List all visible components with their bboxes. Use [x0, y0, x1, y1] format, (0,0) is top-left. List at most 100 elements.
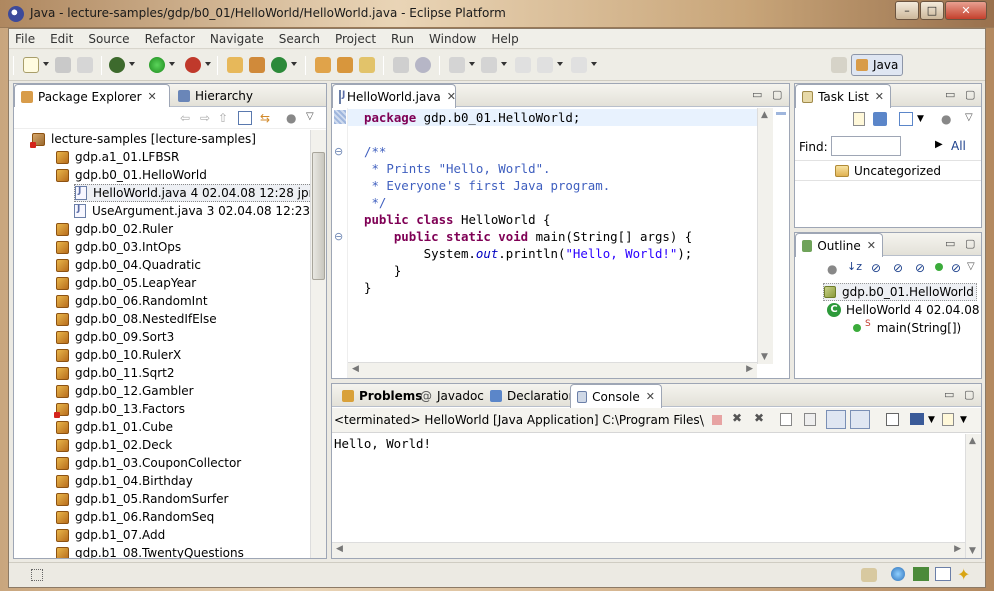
chevron-down-icon[interactable]: ▼ [960, 415, 967, 425]
tab-javadoc[interactable]: @ Javadoc [414, 384, 490, 407]
menu-project[interactable]: Project [335, 32, 376, 46]
map-icon[interactable] [913, 567, 929, 581]
chevron-down-icon[interactable]: ▽ [306, 111, 314, 122]
editor-vscroll[interactable]: ▲ ▼ [757, 108, 773, 364]
external-tools-icon[interactable] [185, 57, 201, 73]
update-icon[interactable] [891, 567, 905, 581]
tree-package-item[interactable]: gdp.b0_11.Sqrt2 [56, 364, 175, 382]
display-console-icon[interactable] [910, 413, 924, 425]
menu-refactor[interactable]: Refactor [145, 32, 195, 46]
chevron-down-icon[interactable] [469, 62, 475, 66]
tree-package-item[interactable]: gdp.b0_04.Quadratic [56, 256, 201, 274]
minimize-icon[interactable]: ▭ [944, 388, 954, 401]
save-icon[interactable] [55, 57, 71, 73]
tab-hierarchy[interactable]: Hierarchy [172, 84, 259, 107]
run-icon[interactable] [149, 57, 165, 73]
tree-package-item[interactable]: gdp.b1_07.Add [56, 526, 165, 544]
maximize-icon[interactable]: ▢ [964, 388, 974, 401]
chevron-down-icon[interactable] [43, 62, 49, 66]
maximize-icon[interactable]: ▢ [965, 237, 975, 250]
view-menu-icon[interactable]: ● [286, 111, 296, 125]
up-icon[interactable]: ⇧ [218, 111, 228, 125]
close-icon[interactable]: ✕ [447, 90, 456, 103]
scroll-thumb[interactable] [312, 152, 325, 280]
open-console-icon[interactable] [942, 413, 954, 426]
forward-icon[interactable]: ⇨ [200, 111, 210, 125]
java-perspective-button[interactable]: Java [851, 54, 903, 76]
chevron-down-icon[interactable] [291, 62, 297, 66]
open-task-icon[interactable] [337, 57, 353, 73]
new-icon[interactable] [23, 57, 39, 73]
fast-view-icon[interactable] [31, 569, 43, 581]
hide-local-types-icon[interactable]: ⊘ [951, 261, 961, 275]
project-node[interactable]: lecture-samples [lecture-samples] [30, 130, 256, 148]
close-icon[interactable]: ✕ [875, 90, 884, 103]
hide-fields-icon[interactable]: ⊘ [871, 261, 881, 275]
menu-run[interactable]: Run [391, 32, 414, 46]
find-input[interactable] [831, 136, 901, 156]
scroll-lock-icon[interactable] [804, 413, 816, 426]
back-icon[interactable]: ⇦ [180, 111, 190, 125]
prev-annotation-icon[interactable] [481, 57, 497, 73]
show-whitespace-icon[interactable] [415, 57, 431, 73]
menu-search[interactable]: Search [279, 32, 320, 46]
chevron-down-icon[interactable]: ▼ [928, 415, 935, 425]
minimize-icon[interactable]: ▭ [945, 88, 955, 101]
chevron-down-icon[interactable] [591, 62, 597, 66]
tab-outline[interactable]: Outline ✕ [795, 233, 883, 257]
print-icon[interactable] [77, 57, 93, 73]
tree-file-item[interactable]: HelloWorld.java 4 02.04.08 12:28 jpr [74, 184, 310, 202]
filter-icon[interactable] [899, 112, 913, 126]
collapse-all-icon[interactable] [238, 111, 252, 125]
tree-package-item[interactable]: gdp.b0_06.RandomInt [56, 292, 208, 310]
next-annotation-icon[interactable] [449, 57, 465, 73]
open-type-icon[interactable] [315, 57, 331, 73]
tree-package-item[interactable]: gdp.b0_01.HelloWorld [56, 166, 207, 184]
tree-package-item[interactable]: gdp.b1_06.RandomSeq [56, 508, 214, 526]
screen-icon[interactable] [935, 567, 951, 581]
package-explorer-scrollbar[interactable] [310, 130, 326, 558]
pin-console-icon[interactable] [886, 413, 899, 426]
minimize-button[interactable]: – [895, 1, 919, 20]
open-perspective-icon[interactable] [831, 57, 847, 73]
chevron-down-icon[interactable] [129, 62, 135, 66]
forward-icon[interactable] [571, 57, 587, 73]
chevron-down-icon[interactable]: ▼ [917, 114, 924, 124]
show-on-stderr-icon[interactable] [850, 410, 870, 429]
tree-package-item[interactable]: gdp.b1_04.Birthday [56, 472, 193, 490]
sort-icon[interactable]: ↓z [847, 260, 862, 273]
menu-window[interactable]: Window [429, 32, 476, 46]
tree-package-item[interactable]: gdp.b0_08.NestedIfElse [56, 310, 217, 328]
fold-icon[interactable]: ⊖ [334, 145, 343, 158]
menu-edit[interactable]: Edit [50, 32, 73, 46]
focus-icon[interactable]: ● [941, 112, 951, 126]
new-class-icon[interactable] [271, 57, 287, 73]
minimize-icon[interactable]: ▭ [945, 237, 955, 250]
menu-source[interactable]: Source [88, 32, 129, 46]
console-vscroll[interactable]: ▲ ▼ [965, 434, 981, 558]
tab-declaration[interactable]: Declaration [484, 384, 582, 407]
maximize-icon[interactable]: ▢ [772, 88, 782, 101]
tree-package-item[interactable]: gdp.b1_08.TwentyQuestions [56, 544, 244, 558]
outline-item-class[interactable]: C HelloWorld 4 02.04.08 1... [827, 301, 981, 319]
progress-icon[interactable] [861, 568, 877, 582]
tree-package-item[interactable]: gdp.b1_03.CouponCollector [56, 454, 241, 472]
minimize-icon[interactable]: ▭ [752, 88, 762, 101]
chevron-down-icon[interactable] [557, 62, 563, 66]
tree-package-item[interactable]: gdp.b0_12.Gambler [56, 382, 194, 400]
star-icon[interactable]: ✦ [957, 565, 970, 584]
tree-package-item[interactable]: gdp.b0_09.Sort3 [56, 328, 174, 346]
console-hscroll[interactable]: ◀ ▶ [332, 542, 965, 558]
clear-console-icon[interactable] [780, 413, 792, 426]
last-edit-icon[interactable] [515, 57, 531, 73]
menu-help[interactable]: Help [491, 32, 518, 46]
tree-package-item[interactable]: gdp.b1_05.RandomSurfer [56, 490, 228, 508]
chevron-down-icon[interactable]: ▽ [967, 261, 975, 272]
remove-launch-icon[interactable]: ✖ [732, 411, 742, 425]
new-task-icon[interactable] [853, 112, 865, 126]
maximize-icon[interactable]: ▢ [965, 88, 975, 101]
editor-hscroll[interactable]: ◀ ▶ [348, 362, 757, 378]
task-category[interactable]: Uncategorized [835, 162, 941, 180]
tree-package-item[interactable]: gdp.b1_02.Deck [56, 436, 172, 454]
hide-nonpublic-icon[interactable]: ⊘ [915, 261, 925, 275]
